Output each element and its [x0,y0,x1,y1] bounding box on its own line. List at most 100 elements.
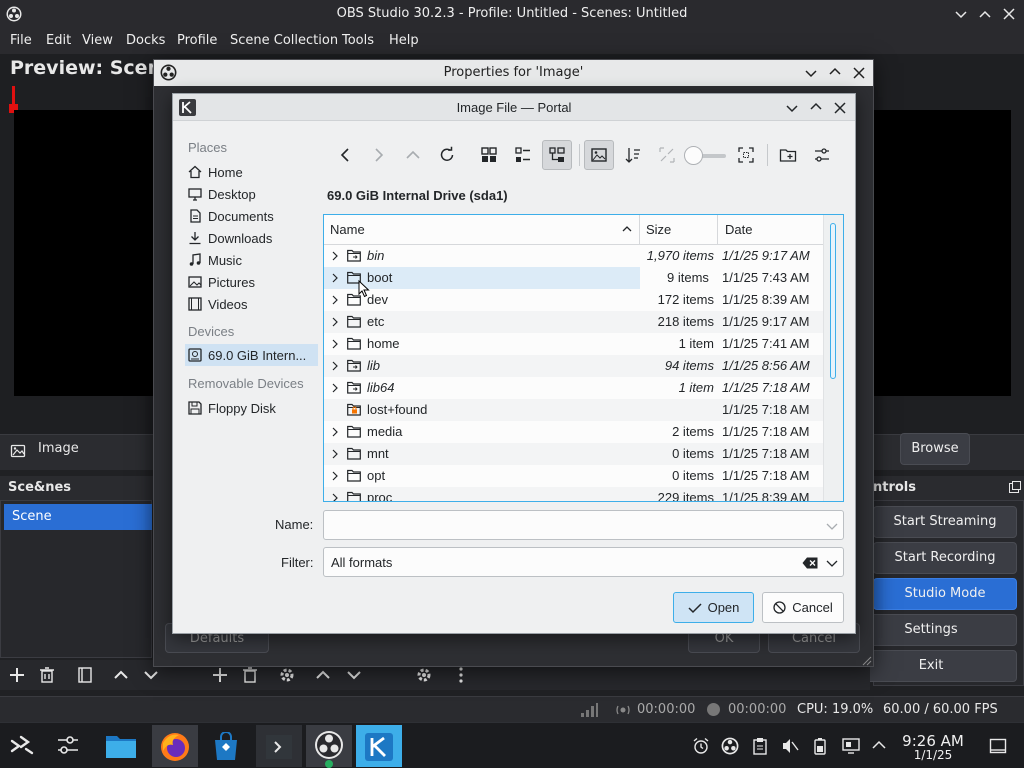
expand-chevron-icon[interactable] [331,361,339,371]
studio-mode-button[interactable]: Studio Mode [873,578,1017,610]
clear-text-icon[interactable] [802,557,818,569]
device-internal-drive[interactable]: 69.0 GiB Intern... [185,344,318,366]
file-row[interactable]: etc 218 items 1/1/25 9:17 AM [324,311,823,333]
filter-field[interactable]: All formats [323,547,844,577]
move-down-icon[interactable] [142,666,160,684]
zoom-slider[interactable] [684,146,728,166]
chevron-down-icon[interactable] [826,521,838,531]
name-field[interactable] [323,510,844,540]
taskbar-portal[interactable] [356,725,402,767]
chevron-down-icon[interactable] [826,558,838,568]
source-settings-icon[interactable] [278,666,296,684]
move-up-icon[interactable] [112,666,130,684]
device-floppy[interactable]: Floppy Disk [188,397,318,419]
browse-button[interactable]: Browse [900,433,970,465]
alarm-icon[interactable] [692,737,710,755]
new-folder-button[interactable] [773,140,803,170]
place-desktop[interactable]: Desktop [188,183,318,205]
file-list[interactable]: Name Size Date bin 1,970 items 1/1/25 9:17… [323,214,844,502]
menu-tools[interactable]: Tools [342,33,374,48]
taskbar-firefox[interactable] [152,725,198,767]
expand-chevron-icon[interactable] [331,295,339,305]
expand-chevron-icon[interactable] [331,383,339,393]
source-up-icon[interactable] [314,666,332,684]
taskbar-terminal[interactable] [256,725,302,767]
tray-expand-icon[interactable] [871,739,887,751]
file-row[interactable]: proc 229 items 1/1/25 8:39 AM [324,487,823,501]
file-row[interactable]: home 1 item 1/1/25 7:41 AM [324,333,823,355]
menu-profile[interactable]: Profile [177,33,217,48]
start-recording-button[interactable]: Start Recording [873,542,1017,574]
expand-chevron-icon[interactable] [331,317,339,327]
clock-date[interactable]: 1/1/25 [893,748,973,762]
zoom-in-button[interactable] [731,140,761,170]
forward-button[interactable] [364,140,394,170]
expand-chevron-icon[interactable] [331,471,339,481]
maximize-icon[interactable] [809,100,823,114]
scene-filter-icon[interactable] [76,666,94,684]
minimize-icon[interactable] [785,101,799,115]
options-button[interactable] [807,140,837,170]
undock-icon[interactable] [1008,480,1022,494]
mixer-settings-icon[interactable] [415,666,433,684]
place-home[interactable]: Home [188,161,318,183]
menu-docks[interactable]: Docks [126,33,165,48]
close-icon[interactable] [852,66,866,80]
close-icon[interactable] [833,101,847,115]
place-videos[interactable]: Videos [188,293,318,315]
file-row[interactable]: media 2 items 1/1/25 7:18 AM [324,421,823,443]
compact-view-button[interactable] [508,140,538,170]
expand-chevron-icon[interactable] [331,427,339,437]
remove-scene-icon[interactable] [38,666,56,684]
tree-view-button[interactable] [542,140,572,170]
cancel-button[interactable]: Cancel [762,592,844,623]
place-music[interactable]: Music [188,249,318,271]
minimize-icon[interactable] [804,66,818,80]
menu-scene-collection[interactable]: Scene Collection [230,33,338,48]
file-row[interactable]: mnt 0 items 1/1/25 7:18 AM [324,443,823,465]
remove-source-icon[interactable] [241,666,259,684]
clipboard-icon[interactable] [752,737,768,755]
scrollbar-thumb[interactable] [830,223,836,379]
place-documents[interactable]: Documents [188,205,318,227]
file-row[interactable]: bin 1,970 items 1/1/25 9:17 AM [324,245,823,267]
menu-view[interactable]: View [82,33,113,48]
preview-toggle-button[interactable] [584,140,614,170]
column-name[interactable]: Name [324,215,640,245]
network-icon[interactable] [842,737,860,755]
taskbar-obs[interactable] [306,725,352,768]
preview-canvas-right[interactable] [873,110,1011,396]
place-pictures[interactable]: Pictures [188,271,318,293]
file-row[interactable]: lib 94 items 1/1/25 8:56 AM [324,355,823,377]
expand-chevron-icon[interactable] [331,449,339,459]
reload-button[interactable] [432,140,462,170]
resize-grip-icon[interactable] [860,654,872,666]
add-scene-icon[interactable] [8,666,26,684]
column-date[interactable]: Date [718,215,823,245]
scene-list-item[interactable]: Scene [4,504,152,530]
file-row[interactable]: opt 0 items 1/1/25 7:18 AM [324,465,823,487]
file-row[interactable]: lost+found 1/1/25 7:18 AM [324,399,823,421]
place-downloads[interactable]: Downloads [188,227,318,249]
file-row[interactable]: dev 172 items 1/1/25 8:39 AM [324,289,823,311]
sort-button[interactable] [618,140,648,170]
settings-sliders-icon[interactable] [55,733,81,757]
expand-chevron-icon[interactable] [331,251,339,261]
menu-file[interactable]: File [10,33,32,48]
app-launcher-icon[interactable] [10,735,34,757]
discover-store-icon[interactable] [212,732,240,762]
zoom-slider-handle[interactable] [684,146,703,165]
expand-chevron-icon[interactable] [331,493,339,501]
volume-muted-icon[interactable] [781,737,799,755]
preview-canvas[interactable] [14,110,154,396]
start-streaming-button[interactable]: Start Streaming [873,506,1017,538]
minimize-icon[interactable] [953,7,969,21]
back-button[interactable] [330,140,360,170]
file-manager-icon[interactable] [105,732,137,760]
file-row[interactable]: lib64 1 item 1/1/25 7:18 AM [324,377,823,399]
obs-tray-icon[interactable] [721,737,739,755]
expand-chevron-icon[interactable] [331,273,339,283]
maximize-icon[interactable] [977,7,993,21]
menu-edit[interactable]: Edit [46,33,71,48]
icons-view-button[interactable] [474,140,504,170]
